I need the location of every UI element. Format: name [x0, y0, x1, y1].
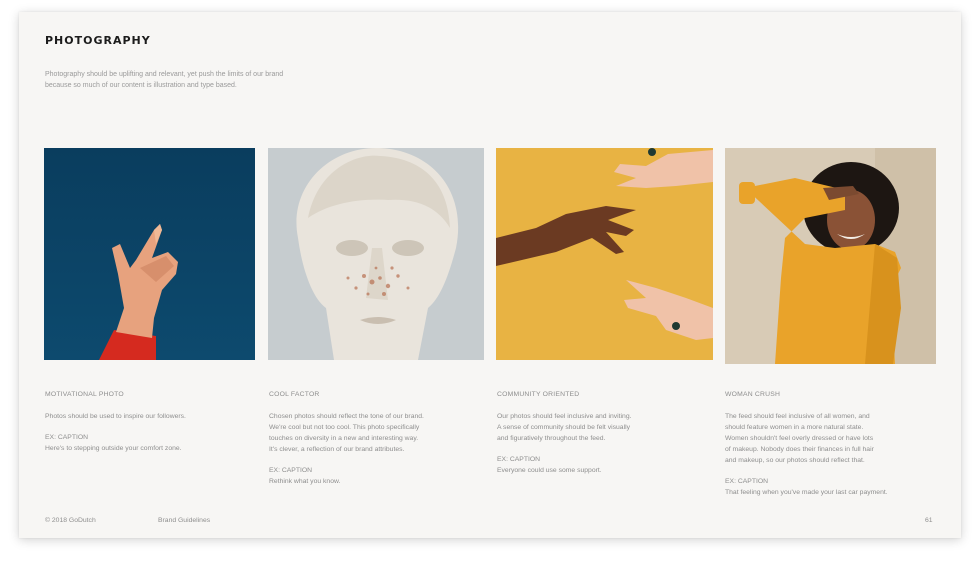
column-body: Photos should be used to inspire our fol…: [45, 413, 186, 420]
woman-crush-photo: [725, 148, 936, 364]
cool-factor-photo: [268, 148, 484, 360]
column-body: The feed should feel inclusive of all wo…: [725, 413, 874, 464]
motivational-photo: [44, 148, 255, 360]
page-title: PHOTOGRAPHY: [45, 34, 151, 47]
column-label: MOTIVATIONAL PHOTO: [45, 391, 124, 398]
column-motivational: MOTIVATIONAL PHOTO Photos should be used…: [45, 389, 260, 454]
caption-text: Everyone could use some support.: [497, 467, 602, 474]
caption-title: EX: CAPTION: [45, 434, 89, 441]
column-label: WOMAN CRUSH: [725, 391, 781, 398]
intro-text: Photography should be uplifting and rele…: [45, 71, 284, 89]
caption-title: EX: CAPTION: [269, 467, 313, 474]
column-community: COMMUNITY ORIENTED Our photos should fee…: [497, 389, 712, 476]
caption-text: That feeling when you've made your last …: [725, 489, 888, 496]
footer-page-number: 61: [925, 517, 933, 524]
column-body: Chosen photos should reflect the tone of…: [269, 413, 424, 453]
column-body: Our photos should feel inclusive and inv…: [497, 413, 632, 442]
caption-text: Rethink what you know.: [269, 478, 341, 485]
brand-guidelines-page: PHOTOGRAPHY Photography should be uplift…: [19, 12, 961, 538]
column-cool-factor: COOL FACTOR Chosen photos should reflect…: [269, 389, 484, 487]
footer-copyright: © 2018 GoDutch: [45, 517, 96, 524]
caption-title: EX: CAPTION: [725, 478, 769, 485]
column-woman-crush: WOMAN CRUSH The feed should feel inclusi…: [725, 389, 940, 498]
column-label: COOL FACTOR: [269, 391, 320, 398]
caption-text: Here's to stepping outside your comfort …: [45, 445, 182, 452]
community-oriented-photo: [496, 148, 713, 360]
caption-title: EX: CAPTION: [497, 456, 541, 463]
footer-section: Brand Guidelines: [158, 517, 211, 524]
column-label: COMMUNITY ORIENTED: [497, 391, 580, 398]
